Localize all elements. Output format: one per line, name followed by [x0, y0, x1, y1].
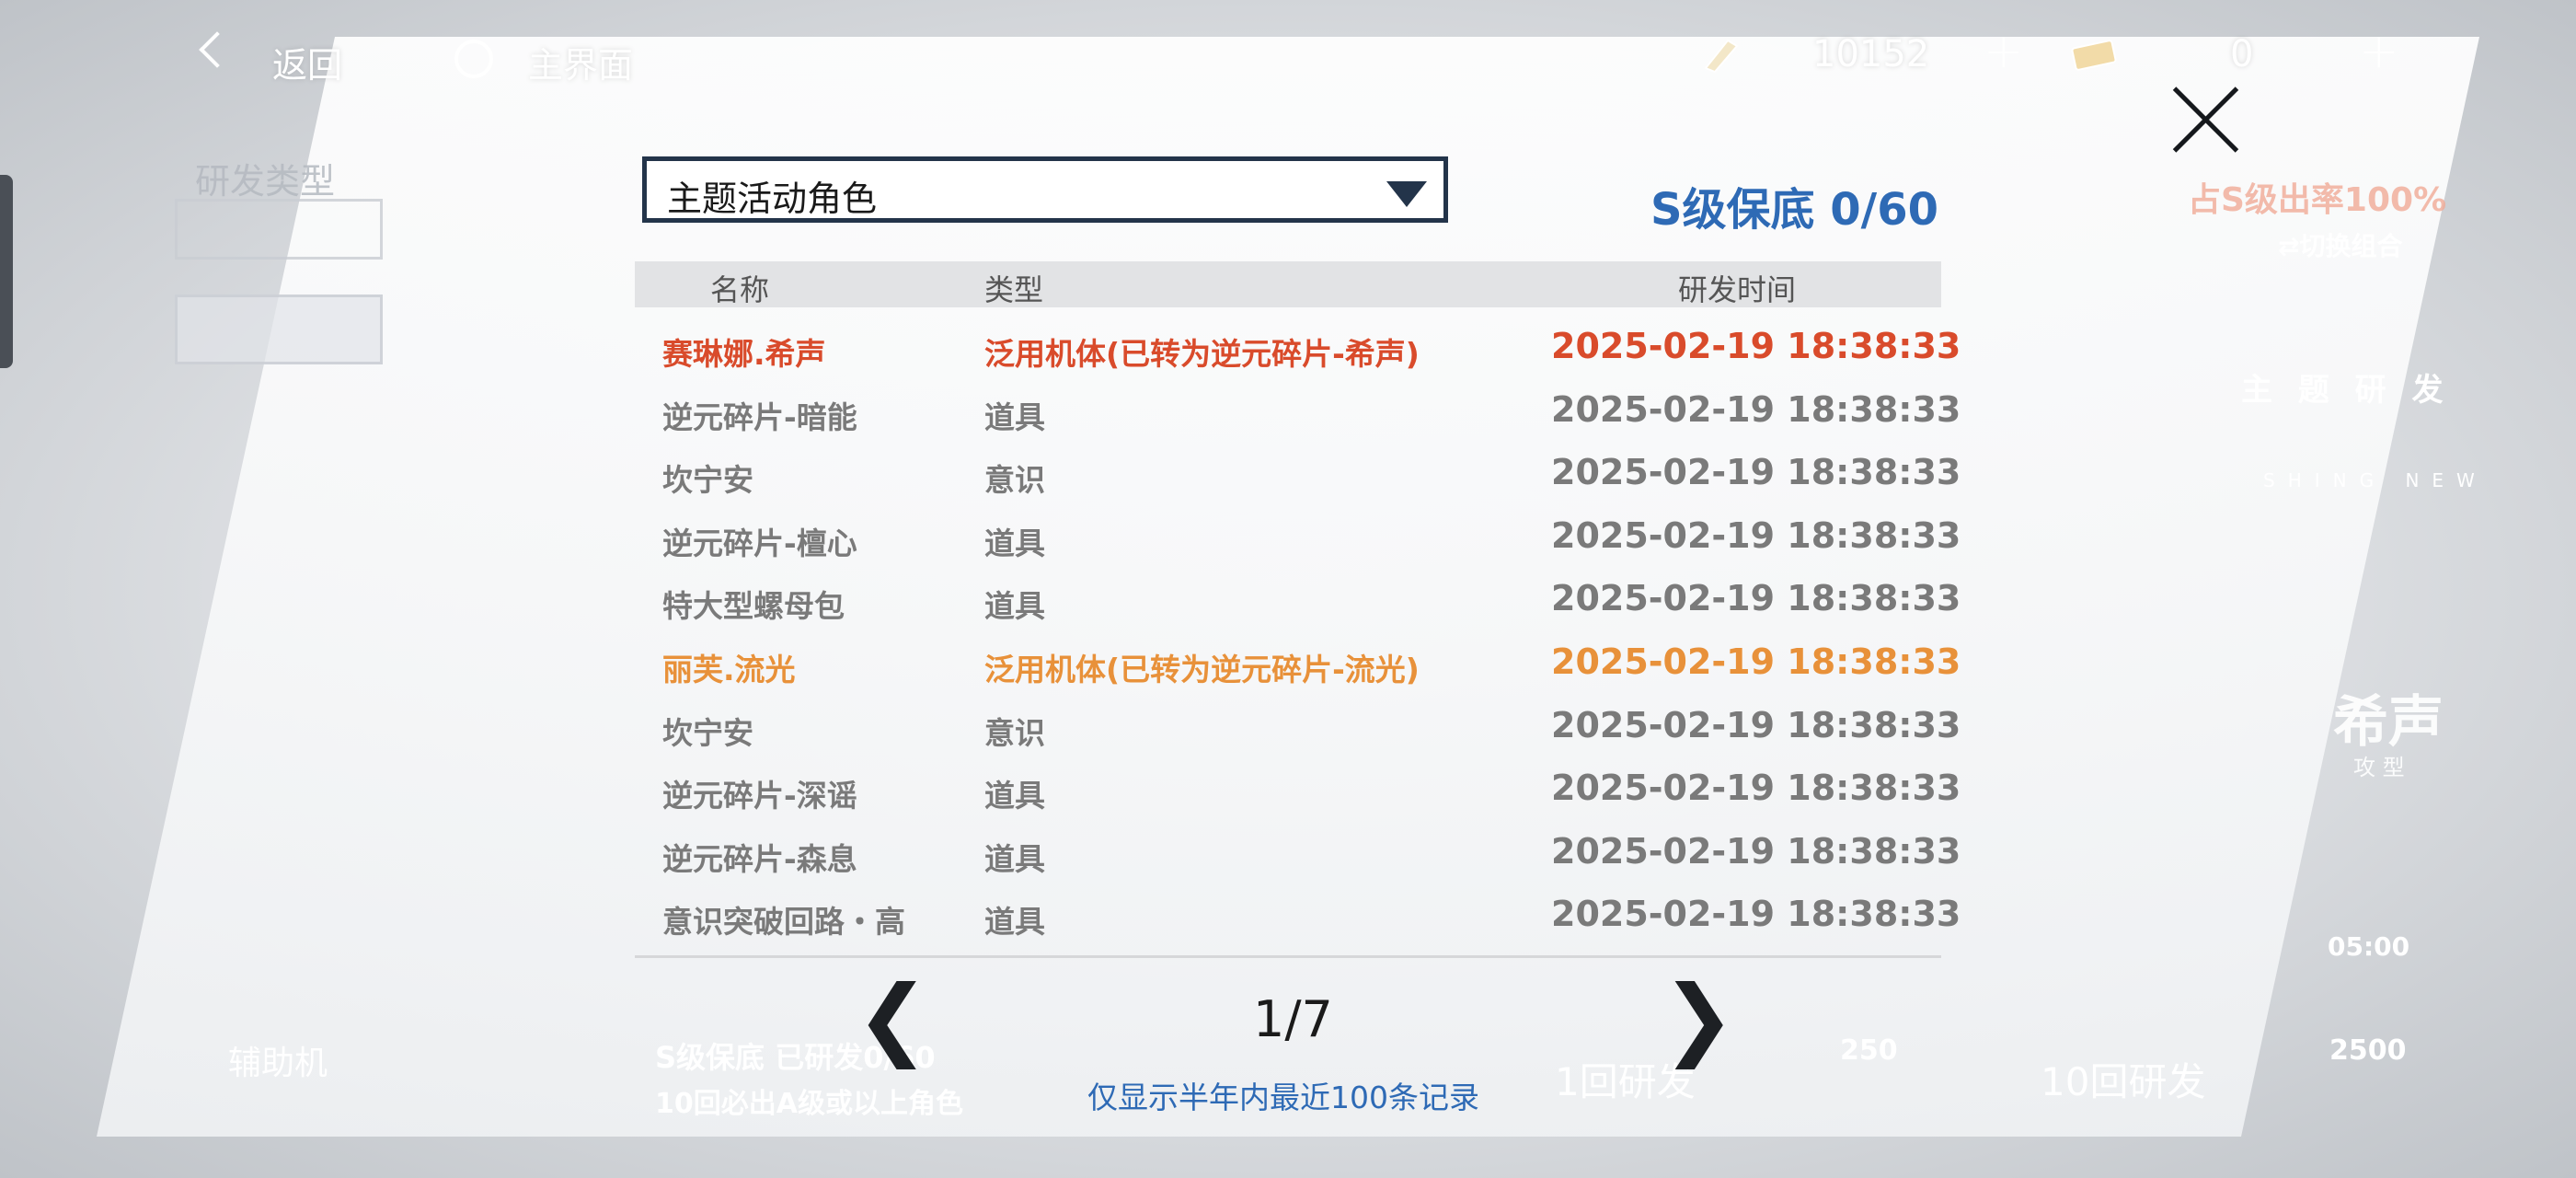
row-name: 特大型螺母包	[662, 588, 845, 625]
row-time: 2025-02-19 18:38:33	[1551, 894, 1961, 935]
table-row: 赛琳娜.希声 泛用机体(已转为逆元碎片-希声) 2025-02-19 18:38:3…	[635, 318, 1961, 381]
row-type: 意识	[984, 714, 1045, 751]
row-time: 2025-02-19 18:38:33	[1551, 641, 1961, 682]
bg-cost-ten: 2500	[2329, 1034, 2407, 1067]
close-icon[interactable]	[2167, 81, 2244, 158]
header-time: 研发时间	[1678, 272, 1797, 307]
bg-cost-one: 250	[1840, 1034, 1898, 1067]
row-type: 泛用机体(已转为逆元碎片-希声)	[984, 336, 1420, 372]
row-type: 泛用机体(已转为逆元碎片-流光)	[984, 652, 1420, 687]
table-row: 意识突破回路・高 道具 2025-02-19 18:38:33	[635, 886, 1961, 949]
row-name: 坎宁安	[662, 714, 753, 751]
pity-counter: S级保底 0/60	[1650, 184, 1938, 236]
header-name: 名称	[710, 272, 770, 307]
table-row: 逆元碎片-深谣 道具 2025-02-19 18:38:33	[635, 760, 1961, 823]
table-divider	[635, 955, 1941, 958]
row-time: 2025-02-19 18:38:33	[1551, 326, 1961, 366]
pool-select-dropdown[interactable]: 主题活动角色	[642, 156, 1448, 223]
bg-s-rate: 占S级出率100%	[2188, 181, 2447, 219]
table-row: 坎宁安 意识 2025-02-19 18:38:33	[635, 445, 1961, 507]
records-note: 仅显示半年内最近100条记录	[1087, 1080, 1479, 1115]
row-time: 2025-02-19 18:38:33	[1551, 514, 1961, 556]
row-name: 坎宁安	[662, 462, 753, 499]
row-name: 逆元碎片-檀心	[662, 525, 857, 561]
currency-crystal-icon	[1704, 39, 1739, 74]
row-type: 道具	[984, 588, 1045, 625]
row-time: 2025-02-19 18:38:33	[1551, 768, 1961, 809]
home-circle-icon[interactable]	[454, 40, 493, 78]
dropdown-value: 主题活动角色	[667, 179, 878, 219]
currency1-value: 10152	[1812, 33, 1930, 75]
page-indicator: 1/7	[1253, 990, 1333, 1048]
currency2-add-button[interactable]: +	[2359, 24, 2399, 79]
row-type: 意识	[984, 462, 1045, 499]
table-row: 特大型螺母包 道具 2025-02-19 18:38:33	[635, 571, 1961, 633]
row-time: 2025-02-19 18:38:33	[1551, 452, 1961, 493]
bg-research-type: 研发类型	[195, 161, 336, 202]
row-time: 2025-02-19 18:38:33	[1551, 704, 1961, 745]
bg-theme-research: 主 题 研 发	[2241, 372, 2451, 409]
back-button[interactable]: 返回	[272, 37, 342, 87]
row-time: 2025-02-19 18:38:33	[1551, 388, 1961, 430]
table-row: 逆元碎片-森息 道具 2025-02-19 18:38:33	[635, 824, 1961, 886]
table-row: 逆元碎片-檀心 道具 2025-02-19 18:38:33	[635, 508, 1961, 571]
row-name: 逆元碎片-暗能	[662, 398, 857, 435]
bg-new-tag: SHING NEW	[2263, 469, 2488, 491]
bg-guarantee: 10回必出A级或以上角色	[655, 1088, 963, 1120]
currency-ticket-icon	[2071, 40, 2117, 71]
left-edge-tab[interactable]	[0, 175, 13, 368]
header-type: 类型	[984, 272, 1044, 307]
prev-page-button[interactable]: ❮	[856, 974, 929, 1062]
bg-hero-class: 攻 型	[2353, 755, 2405, 780]
row-type: 道具	[984, 525, 1045, 561]
row-name: 逆元碎片-深谣	[662, 778, 857, 814]
table-row: 丽芙.流光 泛用机体(已转为逆元碎片-流光) 2025-02-19 18:38:33	[635, 634, 1961, 697]
row-type: 道具	[984, 904, 1045, 941]
bg-hero-name: 希声	[2333, 690, 2444, 755]
bg-box-2	[175, 294, 383, 364]
triangle-down-icon	[1386, 181, 1427, 207]
row-name: 意识突破回路・高	[662, 904, 905, 941]
row-type: 道具	[984, 778, 1045, 814]
currency1-add-button[interactable]: +	[1984, 24, 2024, 79]
row-time: 2025-02-19 18:38:33	[1551, 830, 1961, 872]
bg-ten-draw[interactable]: 10回研发	[2041, 1051, 2205, 1107]
next-page-button[interactable]: ❯	[1662, 974, 1735, 1062]
bg-support[interactable]: 辅助机	[228, 1036, 328, 1084]
currency2-value: 0	[2230, 33, 2254, 75]
row-name: 丽芙.流光	[662, 652, 796, 687]
bg-switch-combo[interactable]: ⇄切换组合	[2278, 226, 2402, 263]
bg-time-label: 05:00	[2328, 931, 2410, 962]
table-row: 坎宁安 意识 2025-02-19 18:38:33	[635, 698, 1961, 760]
home-button[interactable]: 主界面	[528, 37, 633, 87]
row-type: 道具	[984, 840, 1045, 877]
table-header: 名称 类型 研发时间	[635, 261, 1941, 307]
row-name: 逆元碎片-森息	[662, 840, 857, 877]
row-name: 赛琳娜.希声	[662, 336, 826, 372]
row-time: 2025-02-19 18:38:33	[1551, 578, 1961, 619]
row-type: 道具	[984, 398, 1045, 435]
table-row: 逆元碎片-暗能 道具 2025-02-19 18:38:33	[635, 382, 1961, 445]
bg-box-1	[175, 199, 383, 260]
